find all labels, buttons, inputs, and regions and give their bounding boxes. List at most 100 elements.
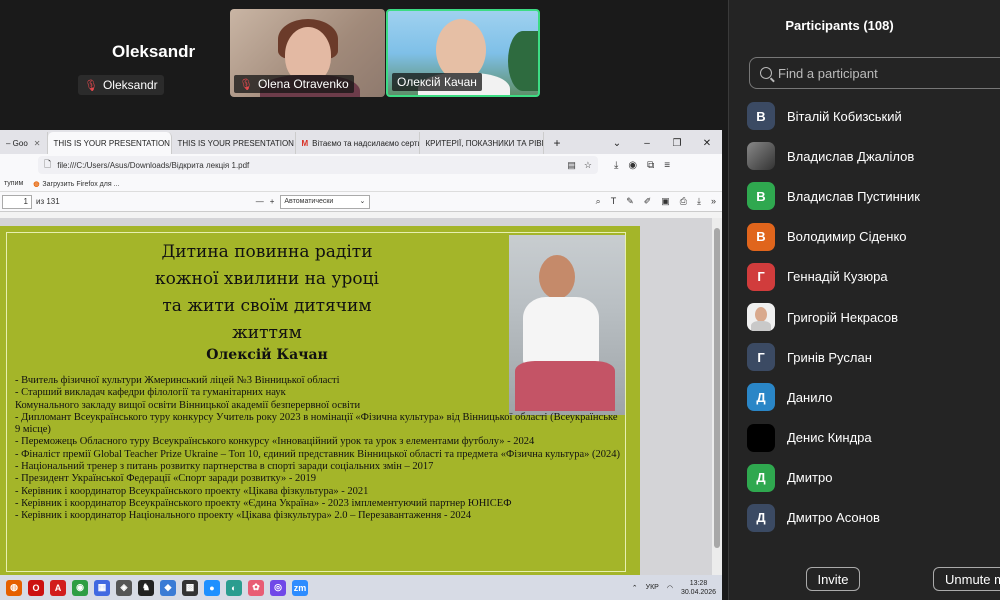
slide-bullet: - Національний тренер з питань розвитку … <box>15 461 434 473</box>
invite-button[interactable]: Invite <box>806 567 860 591</box>
participants-title: Participants (108) <box>729 18 1000 33</box>
participant-name: Дмитро Асонов <box>787 510 880 526</box>
page-number-input[interactable]: 1 <box>2 194 32 209</box>
draw-icon[interactable]: ✎ <box>626 196 634 207</box>
app-icon[interactable]: ✿ <box>248 579 264 596</box>
wifi-icon[interactable]: ◠ <box>667 584 673 592</box>
participant-row[interactable]: Г Гринів Руслан <box>747 337 1000 377</box>
highlight-icon[interactable]: ✐ <box>644 196 652 207</box>
video-tile-olena[interactable]: 🎙︎ Olena Otravenko <box>230 9 385 97</box>
participant-search-input[interactable]: Find a participant <box>749 57 1000 89</box>
unmute-me-button[interactable]: Unmute m <box>933 567 1000 591</box>
reader-mode-icon[interactable]: ▤ <box>567 160 576 171</box>
avatar: Д <box>747 503 775 532</box>
search-icon <box>760 67 772 79</box>
participant-row[interactable]: Григорій Некрасов <box>747 297 1000 337</box>
chevron-up-icon[interactable]: ⌃ <box>632 584 638 592</box>
more-tools-icon[interactable]: » <box>711 196 716 207</box>
tile-name-label: 🎙︎ Olena Otravenko <box>234 75 354 93</box>
pdf-tools: ⌕ T ✎ ✐ ▣ ⎙ ⤓ » <box>596 196 720 207</box>
zoom-select[interactable]: Автоматически ⌄ <box>280 194 371 209</box>
extensions-icon[interactable]: ⧉ <box>647 160 654 171</box>
url-actions: ▤ ☆ <box>567 160 592 171</box>
app-icon[interactable]: ◈ <box>116 579 132 596</box>
video-tile-active-speaker[interactable]: Олексій Качан <box>386 9 540 97</box>
slide-bullet: - Старший викладач кафедри філології та … <box>15 387 286 399</box>
participant-row[interactable]: В Владислав Пустинник <box>747 176 1000 216</box>
browser-tab[interactable]: КРИТЕРІЇ, ПОКАЗНИКИ ТА РІВНІ С✕ <box>420 132 544 154</box>
participant-row[interactable]: Денис Киндра <box>747 418 1000 458</box>
language-indicator[interactable]: УКР <box>646 584 659 591</box>
slide-bullet: - Фіналіст премії Global Teacher Prize U… <box>15 448 620 460</box>
chrome-icon[interactable]: ◉ <box>72 579 88 596</box>
print-icon[interactable]: ⎙ <box>680 196 687 207</box>
zoom-in-icon[interactable]: + <box>270 197 275 206</box>
bookmark-item[interactable]: ◍ Загрузить Firefox для ... <box>33 180 119 188</box>
bookmark-star-icon[interactable]: ☆ <box>584 160 592 171</box>
close-icon[interactable]: ✕ <box>692 138 722 149</box>
avatar <box>747 423 775 452</box>
slide-author: Олексій Качан <box>206 347 328 363</box>
slide-title-line: Дитина повинна радіти <box>161 242 373 262</box>
scrollbar-thumb[interactable] <box>714 228 720 548</box>
search-icon[interactable]: ⌕ <box>596 196 601 207</box>
chevron-down-icon: ⌄ <box>359 197 366 205</box>
avatar <box>747 303 775 332</box>
participant-name: Григорій Некрасов <box>787 309 899 325</box>
url-bar[interactable]: 🗋 file:///C:/Users/Asus/Downloads/Відкри… <box>38 156 598 174</box>
browser-tab[interactable]: MВітаємо та надсилаємо сертиф✕ <box>296 132 420 154</box>
clock[interactable]: 13:28 30.04.2026 <box>681 579 716 597</box>
new-tab-icon[interactable]: + <box>544 132 571 154</box>
app-icon[interactable]: ◐ <box>226 579 242 596</box>
zoom-app-icon[interactable]: zm <box>292 579 308 596</box>
zoom-out-icon[interactable]: — <box>256 197 264 206</box>
participant-row[interactable]: В Віталій Кобизський <box>747 96 1000 136</box>
save-icon[interactable]: ⤓ <box>697 196 701 207</box>
avatar: В <box>747 222 775 251</box>
mic-muted-icon: 🎙︎ <box>239 78 253 91</box>
app-icon[interactable]: ◆ <box>160 579 176 596</box>
browser-nav-bar: 🗋 file:///C:/Users/Asus/Downloads/Відкри… <box>0 154 722 176</box>
text-tool-icon[interactable]: T <box>611 196 617 207</box>
maximize-icon[interactable]: ❐ <box>662 138 692 149</box>
app-icon[interactable]: ▩ <box>182 579 198 596</box>
download-icon[interactable]: ⤓ <box>614 160 618 171</box>
browser-tab-active[interactable]: THIS IS YOUR PRESENTATION TITLE✕ <box>47 132 172 154</box>
participant-row[interactable]: Д Дмитро Асонов <box>747 498 1000 538</box>
app-icon[interactable]: ♞ <box>138 579 154 596</box>
avatar: В <box>747 182 775 211</box>
participant-row[interactable]: Д Дмитро <box>747 458 1000 498</box>
participants-panel: Participants (108) Find a participant ВВ… <box>728 0 1000 600</box>
slide-bullet: - Керівник і координатор Всеукраїнського… <box>15 485 369 497</box>
image-icon[interactable]: ▣ <box>661 196 670 207</box>
participant-row[interactable]: Д Данило <box>747 377 1000 417</box>
app-icon[interactable]: ◎ <box>270 579 286 596</box>
tab-label: – Goo <box>6 138 28 148</box>
browser-tab[interactable]: THIS IS YOUR PRESENTATION TITLE✕ <box>172 132 296 154</box>
pdf-toolbar: 1 из 131 — + Автоматически ⌄ ⌕ T ✎ ✐ ▣ ⎙ … <box>0 192 722 212</box>
opera-icon[interactable]: O <box>28 579 44 596</box>
calculator-icon[interactable]: ▦ <box>94 579 110 596</box>
menu-icon[interactable]: ≡ <box>664 160 670 171</box>
participant-row[interactable]: В Володимир Сіденко <box>747 217 1000 257</box>
document-icon: 🗋 <box>44 159 52 169</box>
account-icon[interactable]: ◉ <box>628 160 637 171</box>
browser-tab[interactable]: – Goo ✕ <box>0 132 48 154</box>
bookmark-item[interactable]: тупим <box>4 180 23 187</box>
windows-taskbar: ◍ O A ◉ ▦ ◈ ♞ ◆ ▩ ● ◐ ✿ ◎ zm ⌃ УКР ◠ 13:… <box>0 575 722 600</box>
page-total: из 131 <box>36 197 60 206</box>
self-video-name: Oleksandr <box>112 42 196 61</box>
pdf-reader-icon[interactable]: A <box>50 579 66 596</box>
participant-name: Владислав Пустинник <box>787 188 920 204</box>
pdf-scrollbar[interactable] <box>712 218 722 575</box>
chevron-down-icon[interactable]: ⌄ <box>602 138 632 149</box>
self-name-label: Oleksandr <box>102 78 158 92</box>
pdf-viewer[interactable]: Дитина повинна радіти кожної хвилини на … <box>0 218 712 575</box>
minimize-icon[interactable]: – <box>632 138 662 149</box>
participant-row[interactable]: Владислав Джалілов <box>747 136 1000 176</box>
close-icon[interactable]: ✕ <box>34 139 41 148</box>
app-icon[interactable]: ● <box>204 579 220 596</box>
firefox-icon[interactable]: ◍ <box>6 579 22 596</box>
participant-name: Володимир Сіденко <box>787 229 907 245</box>
participant-row[interactable]: Г Геннадій Кузюра <box>747 257 1000 297</box>
